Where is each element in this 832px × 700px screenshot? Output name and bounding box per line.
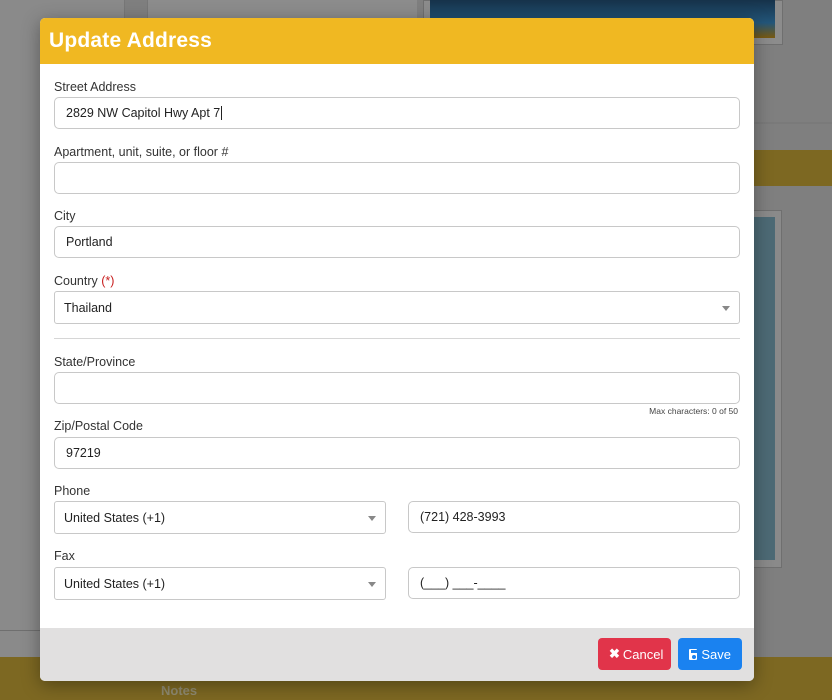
zip-postal-label: Zip/Postal Code bbox=[54, 419, 143, 433]
street-address-input[interactable]: 2829 NW Capitol Hwy Apt 7 bbox=[54, 97, 740, 129]
phone-label: Phone bbox=[54, 484, 91, 498]
form-divider bbox=[54, 338, 740, 339]
fax-country-value: United States (+1) bbox=[64, 576, 166, 591]
chevron-down-icon bbox=[368, 516, 376, 521]
background-map bbox=[752, 217, 775, 560]
state-province-label: State/Province bbox=[54, 355, 136, 369]
character-count-hint: Max characters: 0 of 50 bbox=[649, 406, 738, 416]
modal-title: Update Address bbox=[49, 29, 213, 52]
chevron-down-icon bbox=[368, 582, 376, 587]
update-address-modal: Update Address Street Address 2829 NW Ca… bbox=[40, 18, 754, 681]
background-notes-heading: Notes bbox=[161, 683, 198, 698]
close-icon: ✖ bbox=[609, 646, 620, 661]
fax-country-select[interactable]: United States (+1) bbox=[54, 567, 386, 600]
modal-header: Update Address bbox=[40, 18, 754, 64]
phone-number-value: (721) 428-3993 bbox=[420, 510, 506, 524]
save-button-label: Save bbox=[701, 646, 731, 662]
country-select[interactable]: Thailand bbox=[54, 291, 740, 324]
text-cursor bbox=[221, 106, 223, 120]
required-marker: (*) bbox=[101, 274, 115, 288]
city-value: Portland bbox=[66, 235, 113, 249]
city-label: City bbox=[54, 209, 76, 223]
country-label: Country (*) bbox=[54, 274, 114, 288]
street-address-value: 2829 NW Capitol Hwy Apt 7 bbox=[66, 106, 221, 120]
floppy-disk-icon bbox=[689, 648, 698, 660]
modal-footer: ✖ Cancel Save bbox=[40, 628, 754, 681]
background-section-bar bbox=[752, 150, 832, 186]
zip-postal-input[interactable]: 97219 bbox=[54, 437, 740, 469]
fax-number-input[interactable]: (___) ___-____ bbox=[408, 567, 740, 599]
phone-country-select[interactable]: United States (+1) bbox=[54, 501, 386, 534]
fax-label: Fax bbox=[54, 549, 75, 563]
cancel-button[interactable]: ✖ Cancel bbox=[598, 638, 671, 670]
zip-postal-value: 97219 bbox=[66, 446, 101, 460]
fax-number-value: (___) ___-____ bbox=[420, 576, 506, 590]
apartment-label: Apartment, unit, suite, or floor # bbox=[54, 145, 229, 159]
country-value: Thailand bbox=[64, 300, 112, 315]
cancel-button-label: Cancel bbox=[622, 646, 664, 662]
phone-country-value: United States (+1) bbox=[64, 510, 166, 525]
country-label-text: Country bbox=[54, 274, 98, 288]
apartment-input[interactable] bbox=[54, 162, 740, 194]
phone-number-input[interactable]: (721) 428-3993 bbox=[408, 501, 740, 533]
city-input[interactable]: Portland bbox=[54, 226, 740, 258]
street-address-label: Street Address bbox=[54, 80, 136, 94]
chevron-down-icon bbox=[722, 306, 730, 311]
state-province-input[interactable] bbox=[54, 372, 740, 404]
save-button[interactable]: Save bbox=[678, 638, 742, 670]
